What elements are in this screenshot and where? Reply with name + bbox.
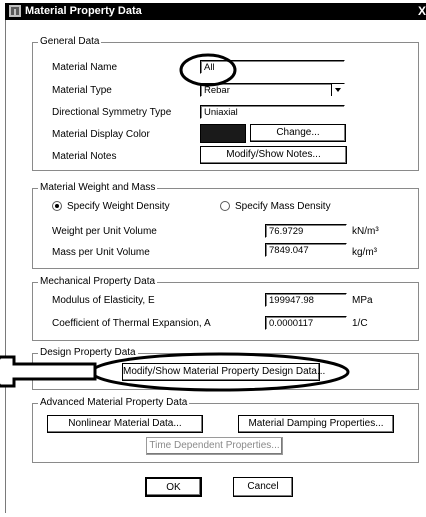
damping-properties-button[interactable]: Material Damping Properties... [238, 415, 394, 433]
advanced-legend: Advanced Material Property Data [38, 397, 190, 408]
weight-per-volume-field[interactable]: 76.9729 [265, 224, 347, 238]
material-type-label: Material Type [52, 85, 112, 96]
app-icon [9, 5, 21, 17]
weight-density-radio[interactable] [52, 201, 62, 211]
mass-unit: kg/m³ [352, 247, 377, 258]
cancel-button[interactable]: Cancel [233, 477, 293, 497]
annotation-design-highlight [0, 352, 350, 392]
color-swatch[interactable] [200, 124, 246, 143]
material-name-label: Material Name [52, 62, 118, 73]
symmetry-field[interactable]: Uniaxial [200, 105, 345, 119]
change-color-button[interactable]: Change... [250, 124, 346, 142]
weight-unit: kN/m³ [352, 226, 379, 237]
nonlinear-data-button[interactable]: Nonlinear Material Data... [47, 415, 203, 433]
mechanical-group [32, 282, 419, 341]
mechanical-legend: Mechanical Property Data [38, 276, 158, 287]
weight-per-volume-label: Weight per Unit Volume [52, 226, 157, 237]
modulus-field[interactable]: 199947.98 [265, 293, 347, 307]
mass-density-radio[interactable] [220, 201, 230, 211]
dialog-title: Material Property Data [25, 5, 142, 17]
time-dependent-button: Time Dependent Properties... [146, 437, 283, 455]
annotation-circle-name [179, 53, 237, 87]
weight-mass-legend: Material Weight and Mass [38, 182, 158, 193]
modulus-label: Modulus of Elasticity, E [52, 295, 155, 306]
modify-notes-button[interactable]: Modify/Show Notes... [200, 146, 347, 164]
close-icon[interactable]: X [418, 4, 426, 18]
modulus-unit: MPa [352, 295, 373, 306]
thermal-unit: 1/C [352, 318, 368, 329]
chevron-down-icon[interactable] [331, 84, 344, 96]
mass-per-volume-field[interactable]: 7849.047 [265, 243, 347, 257]
mass-density-radio-label: Specify Mass Density [235, 201, 331, 212]
thermal-label: Coefficient of Thermal Expansion, A [52, 318, 211, 329]
material-notes-label: Material Notes [52, 151, 117, 162]
ok-button[interactable]: OK [145, 477, 202, 497]
symmetry-label: Directional Symmetry Type [52, 107, 172, 118]
general-data-legend: General Data [38, 36, 102, 47]
thermal-field[interactable]: 0.0000117 [265, 316, 347, 330]
display-color-label: Material Display Color [52, 129, 150, 140]
mass-per-volume-label: Mass per Unit Volume [52, 247, 150, 258]
weight-density-radio-label: Specify Weight Density [67, 201, 170, 212]
title-bar[interactable]: Material Property Data X [5, 3, 426, 20]
